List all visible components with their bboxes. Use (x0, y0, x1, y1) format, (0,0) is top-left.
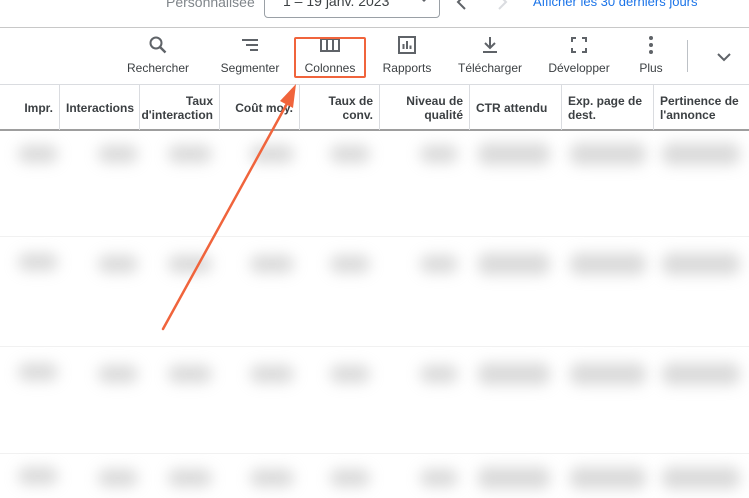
columns-button-label: Colonnes (304, 61, 356, 75)
expand-button[interactable]: Développer (545, 34, 613, 80)
blurred-cell (98, 145, 138, 163)
column-header-ad-relevance[interactable]: Pertinence de l'annonce (654, 85, 749, 130)
blurred-cell (478, 143, 550, 165)
columns-button[interactable]: Colonnes (300, 34, 360, 80)
blurred-cell (168, 145, 212, 163)
blurred-cell (570, 253, 646, 275)
date-range-value: 1 – 19 janv. 2023 (283, 0, 390, 9)
date-range-bar: Personnalisée 1 – 19 janv. 2023 Afficher… (0, 0, 749, 28)
blurred-cell (168, 469, 212, 487)
column-header-avg-cost[interactable]: Coût moy. (220, 85, 300, 130)
segment-button[interactable]: Segmenter (218, 34, 282, 80)
blurred-cell (98, 365, 138, 383)
blurred-cell (570, 143, 646, 165)
column-header-interaction-rate[interactable]: Taux d'interaction (140, 85, 220, 130)
search-button[interactable]: Rechercher (126, 34, 190, 80)
blurred-cell (18, 467, 58, 485)
column-header-interactions[interactable]: Interactions (60, 85, 140, 130)
expand-icon (571, 37, 587, 53)
more-button[interactable]: Plus (634, 34, 668, 80)
blurred-cell (478, 253, 550, 275)
blurred-cell (330, 145, 370, 163)
blurred-cell (570, 467, 646, 489)
reports-button-label: Rapports (382, 61, 432, 75)
blurred-cell (478, 363, 550, 385)
download-button-label: Télécharger (457, 61, 523, 75)
blurred-cell (250, 145, 294, 163)
chevron-right-icon[interactable] (492, 0, 512, 12)
blurred-cell (330, 469, 370, 487)
toolbar-divider (687, 40, 688, 72)
blurred-cell (168, 365, 212, 383)
download-icon (483, 37, 497, 53)
blurred-cell (570, 363, 646, 385)
blurred-cell (18, 145, 58, 163)
row-divider (0, 346, 749, 347)
table-toolbar: Rechercher Segmenter Colonnes Rapports T… (0, 28, 749, 84)
blurred-cell (662, 253, 740, 275)
blurred-cell (662, 143, 740, 165)
blurred-cell (420, 145, 458, 163)
column-header-landing-page-exp[interactable]: Exp. page de dest. (562, 85, 654, 130)
blurred-cell (250, 365, 294, 383)
chevron-down-icon[interactable] (714, 47, 734, 67)
more-button-label: Plus (639, 61, 663, 75)
column-header-expected-ctr[interactable]: CTR attendu (470, 85, 562, 130)
blurred-cell (98, 255, 138, 273)
segment-button-label: Segmenter (220, 61, 280, 75)
blurred-cell (330, 365, 370, 383)
blurred-cell (168, 255, 212, 273)
blurred-cell (250, 469, 294, 487)
expand-button-label: Développer (548, 61, 610, 75)
chevron-left-icon[interactable] (452, 0, 472, 12)
date-preset-label: Personnalisée (166, 0, 255, 10)
table-body-blurred (0, 131, 749, 498)
blurred-cell (420, 255, 458, 273)
blurred-cell (662, 363, 740, 385)
column-header-conv-rate[interactable]: Taux de conv. (300, 85, 380, 130)
date-range-picker[interactable]: 1 – 19 janv. 2023 (264, 0, 440, 18)
reports-button[interactable]: Rapports (378, 34, 436, 80)
blurred-cell (662, 467, 740, 489)
columns-icon (320, 38, 340, 52)
segment-icon (242, 39, 258, 51)
blurred-cell (420, 365, 458, 383)
blurred-cell (420, 469, 458, 487)
download-button[interactable]: Télécharger (454, 34, 526, 80)
blurred-cell (18, 253, 58, 271)
search-icon (149, 36, 167, 54)
blurred-cell (478, 467, 550, 489)
column-header-impressions[interactable]: Impr. (0, 85, 60, 130)
reports-icon (398, 36, 416, 54)
blurred-cell (330, 255, 370, 273)
table-header-row: Impr. Interactions Taux d'interaction Co… (0, 84, 749, 131)
column-header-quality-score[interactable]: Niveau de qualité (380, 85, 470, 130)
last-30-days-link[interactable]: Afficher les 30 derniers jours (533, 0, 698, 9)
blurred-cell (250, 255, 294, 273)
blurred-cell (18, 363, 58, 381)
row-divider (0, 453, 749, 454)
row-divider (0, 236, 749, 237)
caret-down-icon (419, 0, 429, 2)
blurred-cell (98, 469, 138, 487)
search-button-label: Rechercher (126, 61, 190, 75)
more-vert-icon (649, 36, 653, 54)
